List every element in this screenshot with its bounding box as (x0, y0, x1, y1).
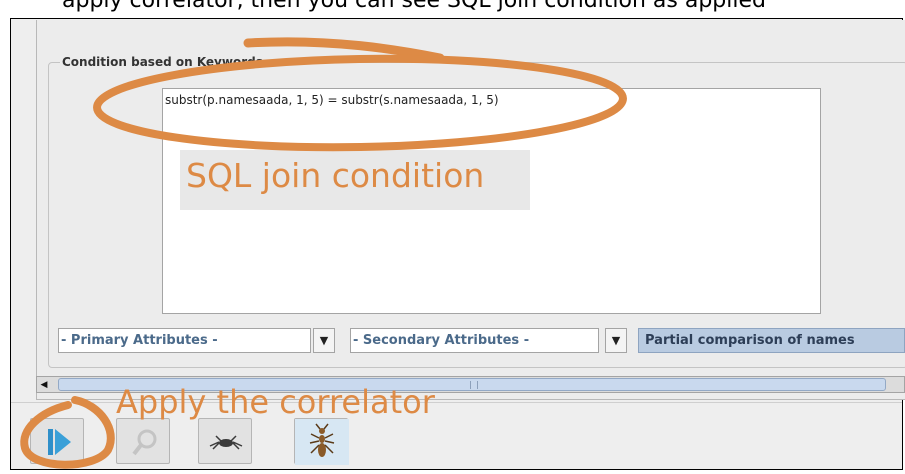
secondary-attributes-select[interactable]: - Secondary Attributes - (350, 328, 599, 353)
group-title-text: Condition based on Keywords (62, 55, 263, 69)
top-caption-text: apply correlator, then you can see SQL j… (62, 0, 766, 13)
spider-button[interactable] (198, 418, 252, 464)
ant-button[interactable] (294, 418, 349, 465)
sql-join-condition-annotation: SQL join condition (186, 156, 485, 195)
primary-attributes-select[interactable]: - Primary Attributes - (58, 328, 311, 353)
collapse-arrow-icon: ▼ (265, 59, 273, 69)
play-icon (48, 429, 71, 455)
spider-icon (209, 435, 243, 450)
scrollbar-grip (470, 381, 478, 389)
sql-condition-text: substr(p.namesaada, 1, 5) = substr(s.nam… (165, 93, 499, 107)
partial-comparison-label: Partial comparison of names (645, 333, 855, 348)
primary-attributes-dropdown-icon[interactable]: ▼ (313, 328, 335, 353)
secondary-attributes-value: - Secondary Attributes - (353, 333, 530, 348)
group-title[interactable]: Condition based on Keywords ▼ (60, 55, 275, 69)
search-button[interactable] (116, 418, 170, 464)
apply-correlator-button[interactable] (30, 418, 84, 464)
top-caption: apply correlator, then you can see SQL j… (0, 0, 905, 18)
apply-correlator-annotation: Apply the correlator (116, 383, 435, 421)
partial-comparison-button[interactable]: Partial comparison of names (638, 328, 905, 353)
secondary-attributes-dropdown-icon[interactable]: ▼ (605, 328, 627, 353)
search-icon (132, 429, 157, 456)
scroll-left-icon[interactable]: ◀ (37, 377, 51, 392)
ant-icon (295, 419, 349, 465)
primary-attributes-value: - Primary Attributes - (61, 333, 218, 348)
